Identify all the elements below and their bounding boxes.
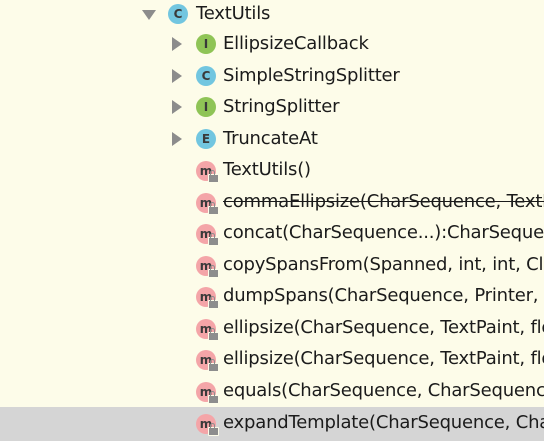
method-icon: m xyxy=(196,161,219,183)
lock-icon xyxy=(208,202,219,215)
lock-icon xyxy=(208,423,219,436)
tree-node-label: ellipsize(CharSequence, TextPaint, float… xyxy=(223,348,544,369)
tree-node-commaellipsize[interactable]: m commaEllipsize(CharSequence, TextPaint… xyxy=(0,187,544,218)
tree-node-label: StringSplitter xyxy=(223,96,340,117)
tree-node-ellipsizecallback[interactable]: I EllipsizeCallback xyxy=(0,29,544,60)
tree-node-simplestringsplitter[interactable]: C SimpleStringSplitter xyxy=(0,61,544,92)
tree-node-stringsplitter[interactable]: I StringSplitter xyxy=(0,92,544,123)
tree-node-label: TextUtils() xyxy=(223,159,311,180)
tree-node-label: copySpansFrom(Spanned, int, int, Class, … xyxy=(223,254,544,275)
lock-icon xyxy=(208,265,219,278)
method-icon: m xyxy=(196,224,219,246)
expand-arrow-icon[interactable] xyxy=(142,10,156,20)
tree-node-expandtemplate[interactable]: m expandTemplate(CharSequence, CharSeque… xyxy=(0,407,544,441)
tree-node-label: equals(CharSequence, CharSequence):boole… xyxy=(223,380,544,401)
lock-icon xyxy=(208,359,219,372)
enum-icon: E xyxy=(196,129,216,149)
tree-node-label: TruncateAt xyxy=(223,128,318,149)
method-icon: m xyxy=(196,256,219,278)
tree-node-label: ellipsize(CharSequence, TextPaint, float… xyxy=(223,317,544,338)
method-icon: m xyxy=(196,350,219,372)
collapse-arrow-icon[interactable] xyxy=(172,132,182,146)
method-icon: m xyxy=(196,382,219,404)
tree-node-textutils-class[interactable]: C TextUtils xyxy=(0,0,544,31)
lock-icon xyxy=(208,170,219,183)
method-icon: m xyxy=(196,414,219,436)
collapse-arrow-icon[interactable] xyxy=(172,37,182,51)
tree-node-label: SimpleStringSplitter xyxy=(223,65,400,86)
class-icon: C xyxy=(196,66,216,86)
collapse-arrow-icon[interactable] xyxy=(172,69,182,83)
tree-node-ellipsize-overload[interactable]: m ellipsize(CharSequence, TextPaint, flo… xyxy=(0,344,544,375)
tree-node-textutils-constructor[interactable]: m TextUtils() xyxy=(0,155,544,186)
lock-icon xyxy=(208,328,219,341)
interface-icon: I xyxy=(196,97,216,117)
tree-node-copyspansfrom[interactable]: m copySpansFrom(Spanned, int, int, Class… xyxy=(0,250,544,281)
lock-icon xyxy=(208,296,219,309)
method-icon: m xyxy=(196,287,219,309)
collapse-arrow-icon[interactable] xyxy=(172,100,182,114)
tree-node-dumpspans[interactable]: m dumpSpans(CharSequence, Printer, Strin… xyxy=(0,281,544,312)
class-icon: C xyxy=(168,4,188,24)
tree-node-label: dumpSpans(CharSequence, Printer, String) xyxy=(223,285,544,306)
interface-icon: I xyxy=(196,34,216,54)
tree-node-label-deprecated: commaEllipsize(CharSequence, TextPaint, … xyxy=(223,191,544,212)
tree-node-concat[interactable]: m concat(CharSequence...):CharSequence xyxy=(0,218,544,249)
structure-tree: C TextUtils I EllipsizeCallback C Simple… xyxy=(0,0,544,441)
lock-icon xyxy=(208,391,219,404)
tree-node-truncateat[interactable]: E TruncateAt xyxy=(0,124,544,155)
tree-node-ellipsize[interactable]: m ellipsize(CharSequence, TextPaint, flo… xyxy=(0,313,544,344)
tree-node-equals[interactable]: m equals(CharSequence, CharSequence):boo… xyxy=(0,376,544,407)
tree-node-label: EllipsizeCallback xyxy=(223,33,369,54)
method-icon: m xyxy=(196,193,219,215)
tree-node-label: expandTemplate(CharSequence, CharSequenc… xyxy=(223,412,544,433)
tree-node-label: concat(CharSequence...):CharSequence xyxy=(223,222,544,243)
lock-icon xyxy=(208,233,219,246)
method-icon: m xyxy=(196,319,219,341)
tree-node-label: TextUtils xyxy=(196,3,271,24)
